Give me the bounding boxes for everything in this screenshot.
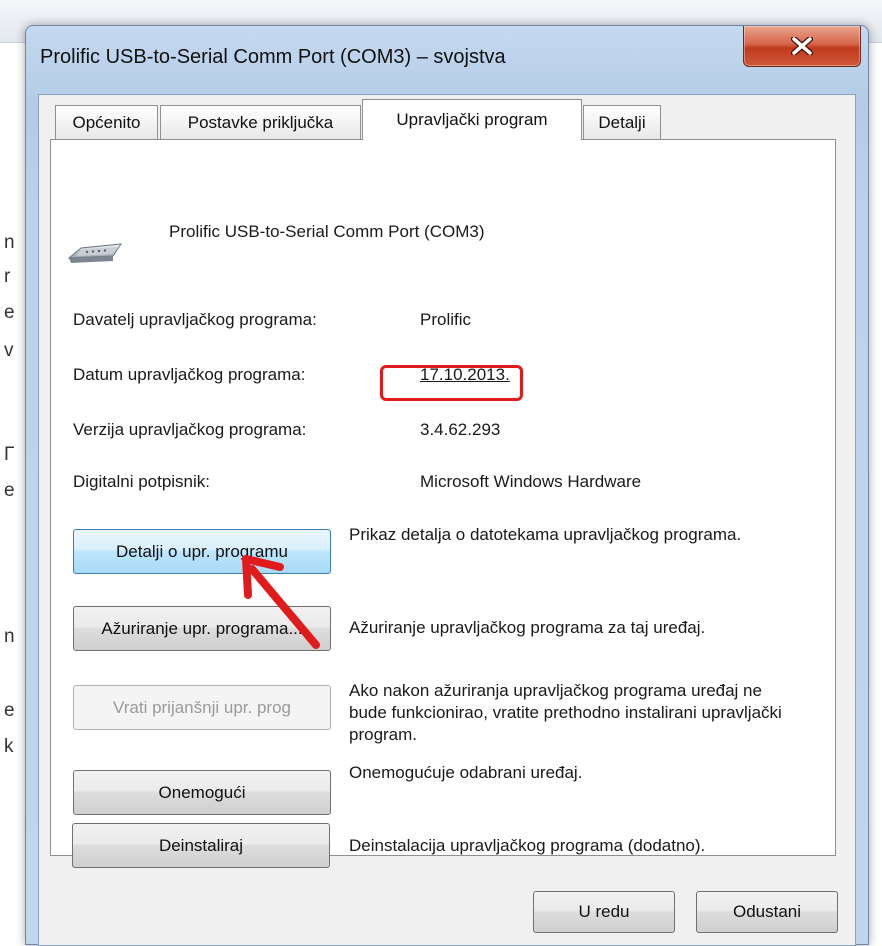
tab-label: Upravljački program: [396, 110, 548, 129]
background-text: e: [4, 700, 15, 721]
signer-value: Microsoft Windows Hardware: [420, 472, 642, 491]
red-arrow-annotation-icon: [236, 553, 326, 658]
uninstall-driver-description: Deinstalacija upravljačkog programa (dod…: [349, 836, 706, 855]
uninstall-driver-button[interactable]: Deinstaliraj: [72, 823, 330, 868]
background-text: Γ: [4, 444, 15, 465]
provider-value: Prolific: [420, 310, 472, 329]
cancel-button[interactable]: Odustani: [696, 891, 838, 933]
background-text: v: [4, 340, 14, 361]
version-label: Verzija upravljačkog programa:: [73, 420, 307, 439]
provider-label: Davatelj upravljačkog programa:: [73, 310, 317, 329]
date-label: Datum upravljačkog programa:: [73, 365, 306, 384]
tab-label: Općenito: [72, 112, 141, 132]
ok-button[interactable]: U redu: [533, 891, 675, 933]
background-text: n: [4, 232, 15, 253]
tab-label: Postavke priključka: [187, 112, 334, 132]
close-button[interactable]: [743, 26, 861, 67]
background-text: e: [4, 302, 15, 323]
disable-device-description: Onemogućuje odabrani uređaj.: [349, 763, 583, 782]
dialog-title: Prolific USB-to-Serial Comm Port (COM3) …: [40, 46, 506, 68]
device-name: Prolific USB-to-Serial Comm Port (COM3): [169, 222, 485, 241]
rollback-driver-description: Ako nakon ažuriranja upravljačkog progra…: [349, 681, 782, 744]
disable-device-button[interactable]: Onemogući: [73, 770, 331, 815]
background-text: r: [4, 266, 11, 287]
driver-details-description: Prikaz detalja o datotekama upravljačkog…: [349, 525, 742, 544]
tab-port-settings[interactable]: Postavke priključka: [160, 105, 361, 139]
date-highlight-annotation: [380, 365, 523, 401]
version-value: 3.4.62.293: [420, 420, 501, 439]
driver-tab-panel: Prolific USB-to-Serial Comm Port (COM3) …: [50, 139, 836, 856]
properties-dialog: Prolific USB-to-Serial Comm Port (COM3) …: [25, 25, 869, 946]
tab-driver[interactable]: Upravljački program: [362, 99, 582, 140]
serial-port-icon: [67, 238, 123, 273]
signer-label: Digitalni potpisnik:: [73, 472, 211, 491]
background-text: e: [4, 480, 15, 501]
tab-label: Detalji: [598, 112, 646, 132]
rollback-driver-button[interactable]: Vrati prijanšnji upr. prog: [73, 685, 331, 730]
tab-details[interactable]: Detalji: [583, 105, 661, 139]
tab-general[interactable]: Općenito: [55, 105, 158, 139]
background-text: k: [4, 736, 14, 757]
close-x-icon: [791, 37, 813, 55]
update-driver-description: Ažuriranje upravljačkog programa za taj …: [349, 618, 706, 637]
dialog-client-area: Općenito Postavke priključka Upravljački…: [38, 94, 856, 946]
background-text: n: [4, 626, 15, 647]
